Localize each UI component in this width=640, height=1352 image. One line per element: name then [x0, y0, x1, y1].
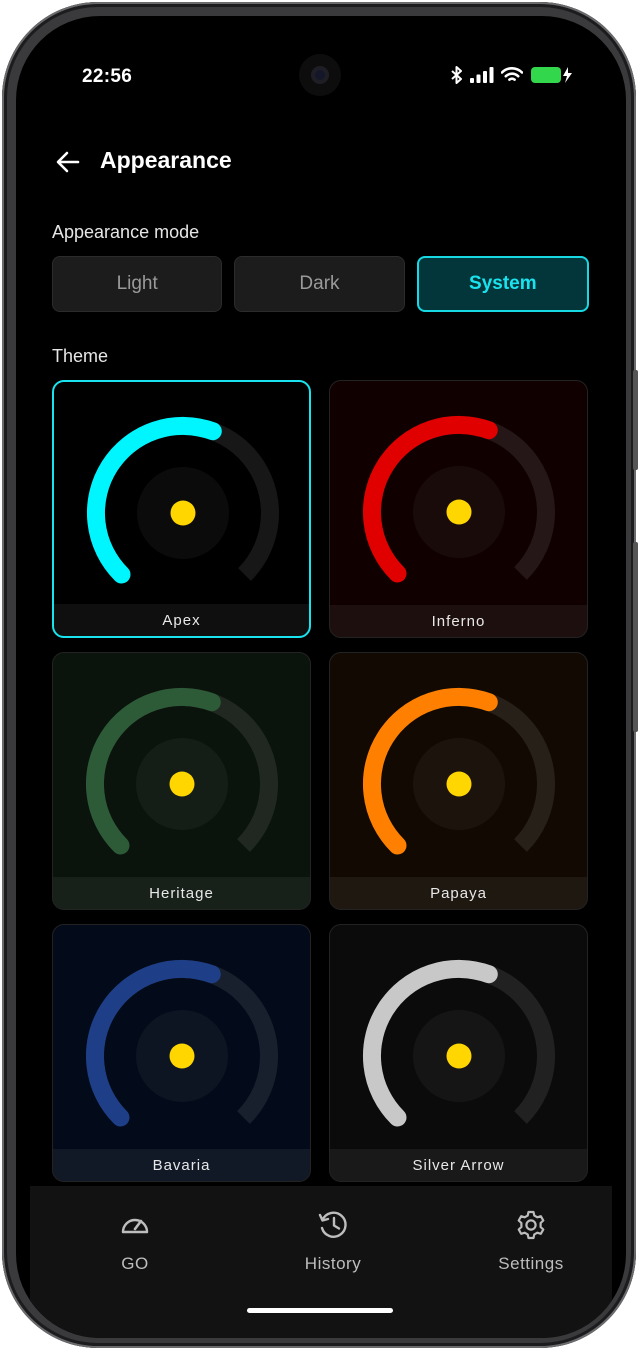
- theme-card-inferno[interactable]: Inferno: [329, 380, 588, 638]
- gauge-center-dot: [169, 771, 195, 797]
- bluetooth-icon: [451, 66, 462, 84]
- theme-card-label: Silver Arrow: [330, 1149, 587, 1181]
- bottom-tab-bar: GO History Settings: [30, 1186, 612, 1338]
- theme-card-bavaria[interactable]: Bavaria: [52, 924, 311, 1182]
- gauge-center-dot: [446, 771, 472, 797]
- tab-go-label: GO: [121, 1254, 149, 1273]
- theme-card-heritage[interactable]: Heritage: [52, 652, 311, 910]
- mode-option-dark[interactable]: Dark: [234, 256, 405, 312]
- theme-card-label: Apex: [54, 604, 309, 636]
- back-arrow-icon[interactable]: [52, 146, 84, 178]
- speedometer-icon: [121, 1218, 149, 1234]
- front-camera: [299, 54, 341, 96]
- theme-card-papaya[interactable]: Papaya: [329, 652, 588, 910]
- home-indicator: [247, 1308, 393, 1313]
- theme-gauge-preview: [362, 687, 555, 855]
- screen: 22:56 Appearance Appearance mode Light D…: [16, 16, 626, 1338]
- gauge-center-dot: [446, 1043, 472, 1069]
- theme-gauge-preview: [362, 959, 555, 1127]
- theme-gauge-preview: [85, 687, 278, 855]
- tab-history[interactable]: History: [263, 1208, 403, 1274]
- mode-option-system[interactable]: System: [416, 256, 589, 312]
- theme-card-label: Papaya: [330, 877, 587, 909]
- theme-card-apex[interactable]: Apex: [52, 380, 311, 638]
- gauge-center-dot: [170, 500, 196, 526]
- theme-label: Theme: [52, 346, 109, 366]
- theme-card-label: Bavaria: [53, 1149, 310, 1181]
- tab-settings-label: Settings: [498, 1254, 564, 1273]
- gauge-center-dot: [169, 1043, 195, 1069]
- gauge-center-dot: [446, 499, 472, 525]
- status-time: 22:56: [82, 66, 133, 87]
- gear-icon: [517, 1210, 545, 1240]
- mode-option-light[interactable]: Light: [52, 256, 223, 312]
- wifi-icon: [501, 67, 523, 81]
- battery-icon: [531, 67, 572, 83]
- appearance-mode-segmented-control: Light Dark System: [52, 256, 589, 312]
- tab-settings[interactable]: Settings: [461, 1208, 601, 1274]
- side-button: [633, 370, 638, 470]
- history-icon: [318, 1211, 347, 1238]
- side-button: [633, 542, 638, 732]
- phone-frame: 22:56 Appearance Appearance mode Light D…: [2, 2, 638, 1348]
- theme-gauge-preview: [362, 415, 555, 583]
- signal-icon: [470, 67, 494, 83]
- theme-gauge-preview: [86, 416, 279, 584]
- page-title: Appearance: [100, 147, 232, 173]
- appearance-mode-label: Appearance mode: [52, 222, 200, 242]
- status-icons: [451, 66, 574, 84]
- theme-gauge-preview: [85, 959, 278, 1127]
- tab-history-label: History: [304, 1254, 362, 1273]
- theme-card-silver-arrow[interactable]: Silver Arrow: [329, 924, 588, 1182]
- theme-card-label: Inferno: [330, 605, 587, 637]
- theme-card-label: Heritage: [53, 877, 310, 909]
- tab-go[interactable]: GO: [65, 1208, 205, 1274]
